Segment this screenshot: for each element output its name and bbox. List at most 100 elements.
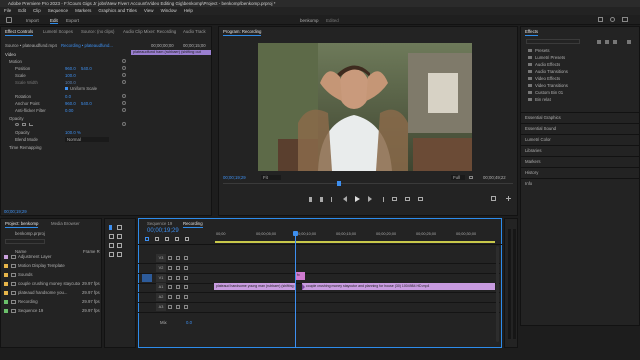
go-to-in-icon[interactable] [331,196,335,202]
mark-out-icon[interactable] [320,196,323,202]
effects-item-video-effects[interactable]: Video Effects [528,76,560,81]
panel-history[interactable]: History [525,170,538,175]
menu-sequence[interactable]: Sequence [48,8,68,13]
tab-source[interactable]: Source: (no clips) [81,27,114,36]
reset-icon[interactable] [122,94,126,98]
blend-mode-select[interactable]: Normal [65,137,109,142]
source-patch-v1[interactable] [142,274,152,282]
prop-rotation-value[interactable]: 0.0 [65,94,71,99]
effects-item-audio-effects[interactable]: Audio Effects [528,62,560,67]
add-marker-icon[interactable] [165,237,169,241]
tab-audio-clip-mixer[interactable]: Audio Clip Mixer: Recording [123,27,176,36]
track-header[interactable]: V3 [156,254,166,262]
program-monitor-title[interactable]: Program: Recording [223,27,262,36]
mark-in-icon[interactable] [309,196,312,202]
snap-icon[interactable] [145,237,149,241]
button-editor-icon[interactable] [491,196,496,201]
project-item[interactable]: Sequence 19 29.97 fps [2,308,100,316]
tab-project[interactable]: Project: benkomp [5,219,39,228]
panel-lumetri-color[interactable]: Lumetri Color [525,137,551,142]
track-lock-icon[interactable] [168,266,172,270]
timeline-settings-icon[interactable] [175,237,179,241]
prop-position-y[interactable]: 540.0 [81,66,92,71]
effects-item-video-transitions[interactable]: Video Transitions [528,83,568,88]
track-sync-icon[interactable] [176,305,180,309]
reset-icon[interactable] [122,66,126,70]
razor-tool-icon[interactable] [117,234,122,239]
tab-import[interactable]: Import [26,18,39,23]
add-button-icon[interactable] [506,196,511,201]
reset-icon[interactable] [122,73,126,77]
menu-window[interactable]: Window [161,8,177,13]
effects-item-lumetri-presets[interactable]: Lumetri Presets [528,55,565,60]
reset-icon[interactable] [122,122,126,126]
type-tool-icon[interactable] [117,252,122,257]
effects-item-presets[interactable]: Presets [528,48,550,53]
panel-info[interactable]: Info [525,181,532,186]
track-sync-icon[interactable] [176,256,180,260]
ec-clip-bar[interactable]: plateaudfund ham (ruhbaer) (shifting out [131,50,211,55]
project-item[interactable]: Motion Display Template [2,263,100,271]
mask-pen-icon[interactable] [29,123,33,126]
v1-clip-b[interactable]: couple crushing money staycutor and plan… [302,283,495,290]
tab-media-browser[interactable]: Media Browser [51,219,80,228]
track-sync-icon[interactable] [176,285,180,289]
mask-rect-icon[interactable] [22,123,26,126]
track-sync-icon[interactable] [176,295,180,299]
linked-selection-icon[interactable] [155,237,159,241]
prop-antiflicker-value[interactable]: 0.00 [65,108,73,113]
menu-edit[interactable]: Edit [18,8,26,13]
v2-clip[interactable]: fx [296,272,305,280]
track-sync-icon[interactable] [176,276,180,280]
track-header[interactable]: A1 [156,283,166,291]
prop-anchor-x[interactable]: 960.0 [65,101,76,106]
effects-item-bin-relat[interactable]: Bin relat [528,97,551,102]
uniform-scale-checkbox[interactable] [65,87,68,90]
track-lock-icon[interactable] [168,305,172,309]
menu-file[interactable]: File [4,8,11,13]
extract-icon[interactable] [405,197,410,201]
prop-opacity-value[interactable]: 100.0 % [65,130,81,135]
track-lock-icon[interactable] [168,285,172,289]
panel-essential-sound[interactable]: Essential Sound [525,126,556,131]
fx-opacity[interactable]: Opacity [9,116,24,121]
prop-anchor-y[interactable]: 540.0 [81,101,92,106]
effects-search-input[interactable] [526,39,580,44]
v1-clip-a[interactable]: plateaud handsome young man (ruhbaer) (s… [214,283,296,290]
playhead-handle[interactable] [293,231,298,236]
program-timecode-current[interactable]: 00;00;19;29 [223,175,246,180]
track-eye-icon[interactable] [184,285,188,289]
quality-select[interactable]: Full [451,175,465,180]
timeline-playhead[interactable] [295,231,296,348]
tab-effect-controls[interactable]: Effect Controls [5,27,34,36]
track-lock-icon[interactable] [168,256,172,260]
32bit-icon[interactable] [605,40,609,44]
track-sync-icon[interactable] [176,266,180,270]
export-frame-icon[interactable] [418,197,423,201]
track-eye-icon[interactable] [184,305,188,309]
track-eye-icon[interactable] [184,266,188,270]
project-item[interactable]: plateaud handsome you... 29.97 fps [2,290,100,298]
fit-select[interactable]: Fit [261,175,281,180]
fx-time-remapping[interactable]: Time Remapping [9,145,42,150]
play-icon[interactable] [355,196,360,202]
lift-icon[interactable] [392,197,397,201]
project-item[interactable]: couple crushing money staycutor... 29.97 … [2,281,100,289]
menu-view[interactable]: View [144,8,154,13]
effects-panel-title[interactable]: Effects [525,27,539,36]
help-icon[interactable] [610,17,615,22]
project-search-input[interactable] [5,239,45,244]
menu-clip[interactable]: Clip [33,8,41,13]
program-scrub-bar[interactable] [223,183,513,184]
prop-position-x[interactable]: 960.0 [65,66,76,71]
go-to-out-icon[interactable] [380,196,384,202]
ripple-edit-tool-icon[interactable] [109,234,114,239]
program-video-frame[interactable] [258,43,472,171]
effects-item-audio-transitions[interactable]: Audio Transitions [528,69,568,74]
project-item[interactable]: Adjustment Layer [2,254,100,262]
track-eye-icon[interactable] [184,256,188,260]
reset-icon[interactable] [122,59,126,63]
panel-markers[interactable]: Markers [525,159,541,164]
track-header[interactable]: V2 [156,264,166,272]
captions-icon[interactable] [185,237,189,241]
